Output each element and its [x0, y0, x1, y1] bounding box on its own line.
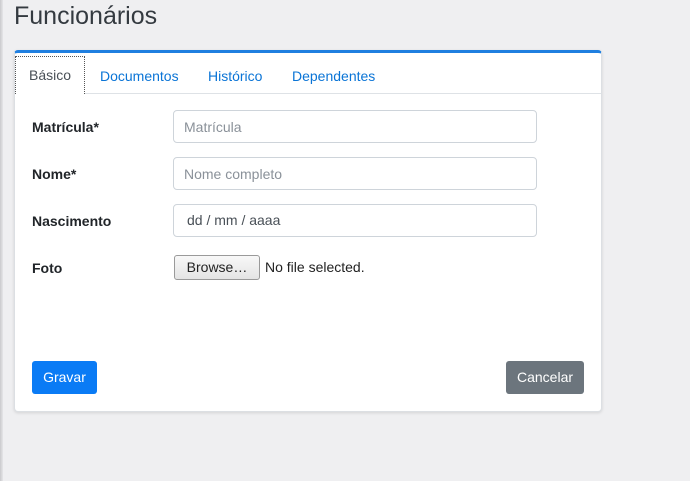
- tab-historico[interactable]: Histórico: [195, 57, 275, 95]
- browse-button[interactable]: Browse…: [174, 255, 260, 280]
- nome-label: Nome*: [32, 166, 77, 182]
- tab-documentos[interactable]: Documentos: [87, 57, 192, 95]
- file-status-text: No file selected.: [265, 259, 365, 275]
- tab-bar: Básico Documentos Histórico Dependentes: [15, 53, 601, 94]
- nascimento-date-input[interactable]: dd / mm / aaaa: [173, 204, 537, 237]
- nome-input[interactable]: [173, 157, 537, 190]
- matricula-label: Matrícula*: [32, 119, 99, 135]
- cancel-button[interactable]: Cancelar: [506, 361, 584, 394]
- window-edge: [0, 0, 3, 481]
- nascimento-label: Nascimento: [32, 213, 112, 229]
- tab-basico[interactable]: Básico: [15, 56, 86, 94]
- employee-form-card: Básico Documentos Histórico Dependentes …: [14, 50, 602, 412]
- matricula-input[interactable]: [173, 110, 537, 143]
- page-title: Funcionários: [14, 2, 158, 30]
- tab-dependentes[interactable]: Dependentes: [279, 57, 388, 95]
- save-button[interactable]: Gravar: [32, 361, 97, 394]
- foto-label: Foto: [32, 260, 63, 276]
